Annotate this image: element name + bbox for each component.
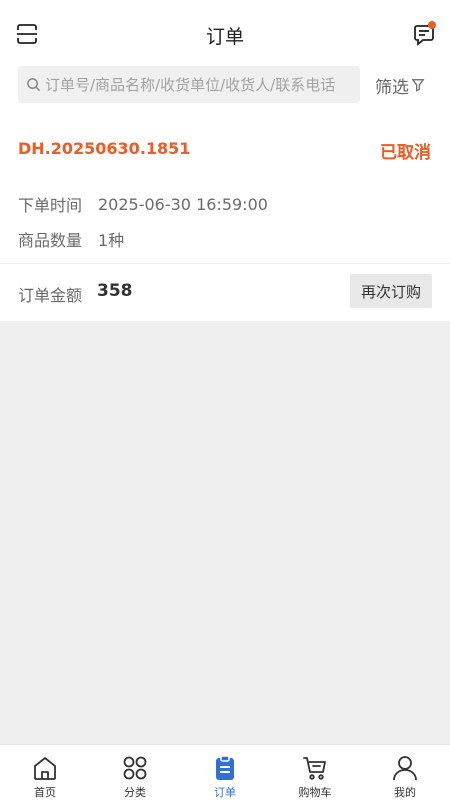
title-bar: 订单 [0, 0, 450, 66]
category-icon [123, 756, 147, 780]
filter-label: 筛选 [375, 77, 409, 98]
order-qty-label: 商品数量 [18, 231, 83, 250]
user-icon [393, 756, 417, 781]
tab-home[interactable]: 首页 [0, 745, 90, 800]
bottom-tabbar: 首页 分类 订单 购物车 我的 [0, 744, 450, 800]
divider [0, 263, 450, 264]
page-title: 订单 [205, 26, 244, 48]
order-qty-value: 1种 [98, 231, 125, 250]
tab-mine[interactable]: 我的 [360, 745, 450, 800]
tab-mine-label: 我的 [394, 786, 416, 799]
order-time-value: 2025-06-30 16:59:00 [98, 194, 268, 214]
tab-category[interactable]: 分类 [90, 745, 180, 800]
order-amount-label: 订单金额 [18, 286, 83, 305]
order-time-label: 下单时间 [18, 196, 83, 215]
cart-icon [303, 757, 326, 780]
tab-category-label: 分类 [124, 786, 146, 799]
tab-cart[interactable]: 购物车 [270, 745, 360, 800]
tab-cart-label: 购物车 [298, 786, 332, 799]
search-icon [27, 78, 41, 92]
message-button[interactable] [410, 21, 438, 49]
search-box[interactable] [18, 66, 360, 103]
order-head: DH.20250630.1851 已取消 [0, 117, 450, 179]
order-icon [216, 755, 234, 780]
search-row: 筛选 [0, 66, 450, 117]
order-status: 已取消 [380, 143, 431, 163]
order-card[interactable]: DH.20250630.1851 已取消 下单时间 2025-06-30 16:… [0, 117, 450, 321]
order-number: DH.20250630.1851 [18, 139, 191, 158]
reorder-button[interactable]: 再次订购 [350, 274, 432, 308]
order-amount-value: 358 [97, 281, 133, 301]
tab-order-label: 订单 [214, 786, 236, 799]
order-qty-row: 商品数量 1种 [18, 227, 124, 251]
tab-home-label: 首页 [34, 786, 56, 799]
app-header: 订单 筛选 [0, 0, 450, 117]
filter-button[interactable]: 筛选 [375, 73, 425, 98]
notification-dot [428, 21, 436, 29]
filter-icon [411, 79, 425, 92]
order-time-row: 下单时间 2025-06-30 16:59:00 [18, 192, 268, 216]
home-icon [34, 757, 56, 780]
tab-order[interactable]: 订单 [180, 745, 270, 800]
search-input[interactable] [45, 75, 357, 94]
